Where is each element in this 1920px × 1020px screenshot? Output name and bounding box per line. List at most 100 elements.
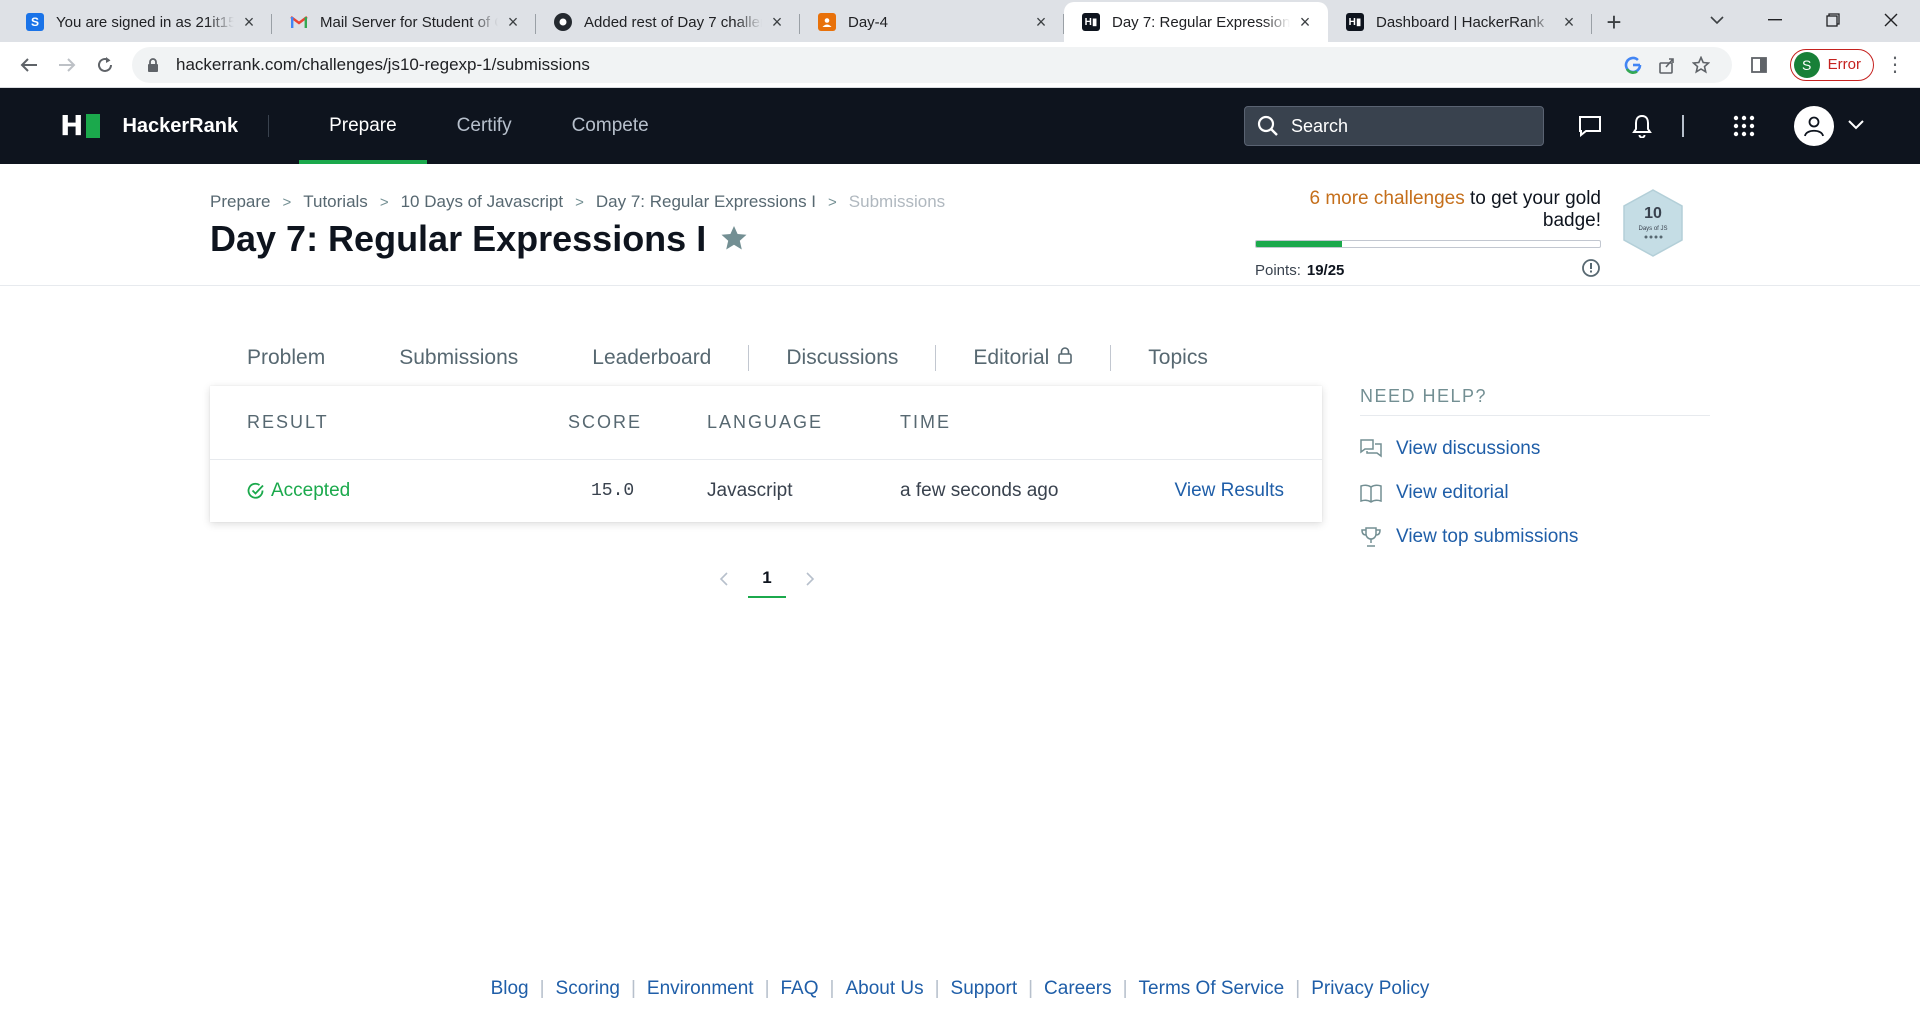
browser-tab-github[interactable]: Added rest of Day 7 challen ×: [536, 4, 800, 40]
footer-link-faq[interactable]: FAQ: [781, 978, 819, 1000]
tab-title: Day 7: Regular Expressions: [1112, 13, 1290, 31]
tab-title: Day-4: [848, 13, 889, 31]
badge-hexagon-icon[interactable]: 10 Days of JS: [1621, 188, 1685, 258]
score-value: 15.0: [591, 481, 635, 501]
view-top-submissions-link[interactable]: View top submissions: [1396, 526, 1578, 548]
breadcrumb-prepare[interactable]: Prepare: [210, 192, 270, 212]
tab-editorial-label: Editorial: [973, 346, 1050, 369]
time-value: a few seconds ago: [900, 480, 1059, 501]
browser-tab-signed-in[interactable]: S You are signed in as 21it15 ×: [8, 4, 272, 40]
footer-link-blog[interactable]: Blog: [491, 978, 529, 1000]
points: Points: 19/25: [1255, 262, 1344, 279]
google-lens-icon[interactable]: [1616, 50, 1650, 80]
share-icon[interactable]: [1650, 50, 1684, 80]
footer-link-environment[interactable]: Environment: [647, 978, 754, 1000]
omnibox[interactable]: hackerrank.com/challenges/js10-regexp-1/…: [132, 46, 1732, 83]
search-input[interactable]: [1291, 115, 1521, 137]
close-icon[interactable]: ×: [1032, 12, 1050, 32]
page-number[interactable]: 1: [748, 560, 786, 598]
bookmark-star-icon[interactable]: [720, 218, 748, 260]
check-circle-icon: [247, 482, 264, 499]
apps-grid-icon[interactable]: [1718, 88, 1770, 164]
help-item-top-submissions[interactable]: View top submissions: [1360, 526, 1710, 548]
new-tab-button[interactable]: +: [1596, 4, 1632, 40]
notifications-bell-icon[interactable]: [1616, 88, 1668, 164]
hackerrank-favicon-icon: H▮: [1346, 13, 1364, 31]
help-item-discussions[interactable]: View discussions: [1360, 438, 1710, 460]
footer-link-support[interactable]: Support: [951, 978, 1018, 1000]
tab-editorial[interactable]: Editorial: [936, 330, 1110, 386]
profile-error-chip[interactable]: S Error: [1789, 48, 1874, 81]
prev-page-icon[interactable]: [706, 561, 742, 597]
view-results-link[interactable]: View Results: [1175, 480, 1284, 502]
close-icon[interactable]: ×: [240, 12, 258, 32]
lock-icon[interactable]: [146, 57, 160, 72]
footer-separator: |: [1295, 978, 1301, 999]
browser-tab-day4[interactable]: Day-4 ×: [800, 4, 1064, 40]
footer-link-terms[interactable]: Terms Of Service: [1139, 978, 1285, 1000]
tab-leaderboard[interactable]: Leaderboard: [555, 330, 748, 386]
footer-link-scoring[interactable]: Scoring: [556, 978, 620, 1000]
tab-problem[interactable]: Problem: [210, 330, 362, 386]
side-panel-icon[interactable]: [1740, 46, 1778, 84]
reload-button[interactable]: [86, 46, 124, 84]
tab-search-chevron-icon[interactable]: [1688, 0, 1746, 40]
view-discussions-link[interactable]: View discussions: [1396, 438, 1540, 460]
view-editorial-link[interactable]: View editorial: [1396, 482, 1509, 504]
nav-compete[interactable]: Compete: [542, 88, 679, 164]
minimize-button[interactable]: [1746, 0, 1804, 40]
close-icon[interactable]: ×: [1296, 12, 1314, 32]
main-menu: Prepare Certify Compete: [299, 88, 679, 164]
nav-prepare[interactable]: Prepare: [299, 88, 427, 164]
close-window-button[interactable]: [1862, 0, 1920, 40]
breadcrumb-challenge[interactable]: Day 7: Regular Expressions I: [596, 192, 816, 212]
page-title-row: Day 7: Regular Expressions I: [210, 218, 748, 260]
back-button[interactable]: [10, 46, 48, 84]
forward-button[interactable]: [48, 46, 86, 84]
page-title: Day 7: Regular Expressions I: [210, 218, 707, 259]
nav-certify[interactable]: Certify: [427, 88, 542, 164]
tab-discussions[interactable]: Discussions: [749, 330, 935, 386]
tab-separator: [1591, 14, 1592, 34]
trophy-icon: [1361, 527, 1381, 547]
user-avatar-icon[interactable]: [1794, 106, 1834, 146]
browser-toolbar-right: S Error ⋮: [1740, 46, 1910, 84]
points-row: Points: 19/25: [1255, 258, 1601, 282]
close-icon[interactable]: ×: [1560, 12, 1578, 32]
footer-link-careers[interactable]: Careers: [1044, 978, 1112, 1000]
next-page-icon[interactable]: [792, 561, 828, 597]
challenges-remaining[interactable]: 6 more challenges: [1309, 188, 1464, 209]
browser-tab-day7-active[interactable]: H▮ Day 7: Regular Expressions ×: [1064, 2, 1328, 42]
breadcrumb-10-days-js[interactable]: 10 Days of Javascript: [401, 192, 564, 212]
result-text: Accepted: [271, 480, 351, 501]
need-help-title: NEED HELP?: [1360, 386, 1710, 416]
search-box[interactable]: [1244, 106, 1544, 146]
browser-tab-dashboard[interactable]: H▮ Dashboard | HackerRank ×: [1328, 4, 1592, 40]
messages-icon[interactable]: [1564, 88, 1616, 164]
browser-tab-mail[interactable]: Mail Server for Student of C ×: [272, 4, 536, 40]
points-label: Points:: [1255, 261, 1301, 279]
hackerrank-logo[interactable]: H HackerRank: [60, 112, 238, 140]
help-item-editorial[interactable]: View editorial: [1360, 482, 1710, 504]
browser-menu-icon[interactable]: ⋮: [1880, 50, 1910, 80]
restore-button[interactable]: [1804, 0, 1862, 40]
profile-error-label: Error: [1827, 56, 1861, 73]
gmail-icon: [290, 13, 308, 31]
tab-topics[interactable]: Topics: [1111, 330, 1245, 386]
breadcrumb-tutorials[interactable]: Tutorials: [303, 192, 368, 212]
hackerrank-navbar: H HackerRank Prepare Certify Compete: [0, 88, 1920, 164]
chevron-down-icon[interactable]: [1848, 117, 1864, 135]
badge-progress-fill: [1256, 241, 1342, 247]
close-icon[interactable]: ×: [768, 12, 786, 32]
footer-link-about-us[interactable]: About Us: [845, 978, 923, 1000]
footer-separator: |: [934, 978, 940, 999]
table-header: RESULT SCORE LANGUAGE TIME: [210, 386, 1322, 460]
url-text[interactable]: hackerrank.com/challenges/js10-regexp-1/…: [176, 55, 1616, 75]
bookmark-star-icon[interactable]: [1684, 50, 1718, 80]
badge-message-rest: to get your gold badge!: [1464, 188, 1601, 231]
tab-submissions[interactable]: Submissions: [362, 330, 556, 386]
tab-title: Dashboard | HackerRank: [1376, 13, 1545, 31]
footer-link-privacy[interactable]: Privacy Policy: [1311, 978, 1429, 1000]
close-icon[interactable]: ×: [504, 12, 522, 32]
info-icon[interactable]: [1581, 258, 1601, 282]
